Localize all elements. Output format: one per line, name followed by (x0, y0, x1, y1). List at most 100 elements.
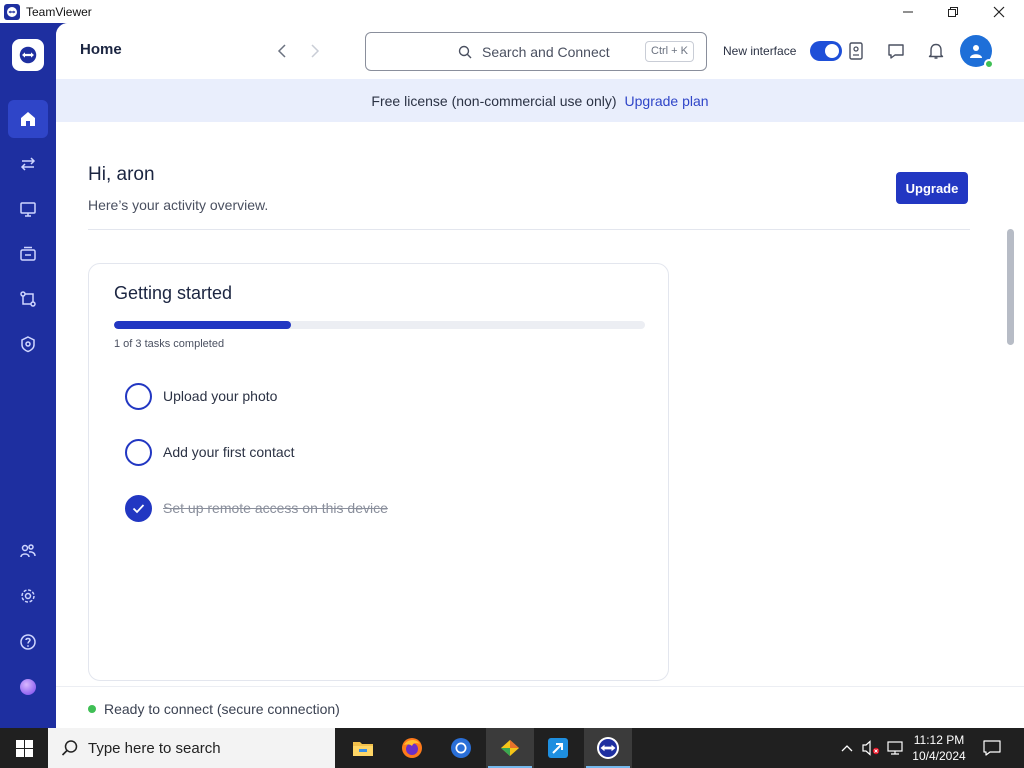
tray-overflow-button[interactable] (838, 728, 856, 768)
taskbar-search-placeholder: Type here to search (88, 740, 221, 757)
greeting-subtitle: Here’s your activity overview. (88, 197, 269, 213)
network-icon (887, 741, 903, 755)
arrows-swap-icon (20, 157, 36, 171)
new-interface-label: New interface (723, 44, 797, 58)
forward-button[interactable] (305, 41, 325, 61)
rail-item-integrations[interactable] (8, 280, 48, 318)
people-icon (20, 544, 36, 558)
teamviewer-logo (12, 39, 44, 71)
license-banner: Free license (non-commercial use only) U… (56, 79, 1024, 122)
teamviewer-icon (597, 737, 619, 759)
back-button[interactable] (272, 41, 292, 61)
getting-started-card: Getting started 1 of 3 tasks completed U… (88, 263, 669, 681)
upgrade-button[interactable]: Upgrade (896, 172, 968, 204)
clock-time: 11:12 PM (913, 733, 965, 747)
windows-logo-icon (15, 739, 33, 757)
home-icon (21, 112, 35, 126)
status-text: Ready to connect (secure connection) (104, 701, 340, 717)
id-card-icon (849, 42, 863, 60)
rail-item-contacts[interactable] (8, 532, 48, 570)
rail-item-home[interactable] (8, 100, 48, 138)
chevron-up-icon (841, 745, 853, 752)
taskbar-app-file-explorer[interactable] (339, 728, 387, 768)
browser-icon (451, 738, 471, 758)
progress-text: 1 of 3 tasks completed (114, 338, 225, 350)
notifications-button[interactable] (926, 41, 946, 61)
firefox-icon (402, 738, 422, 758)
main-panel: Home Search and Connect Ctrl + K New int… (56, 23, 1024, 728)
clock-date: 10/4/2024 (912, 749, 966, 763)
teamviewer-logo-icon (4, 3, 20, 20)
nodes-icon (20, 291, 36, 307)
search-icon (61, 740, 78, 756)
chat-button[interactable] (886, 41, 906, 61)
folder-icon (353, 742, 373, 756)
rail-item-devices[interactable] (8, 235, 48, 273)
ai-orb-icon (20, 679, 36, 695)
gear-icon (21, 589, 35, 603)
window-title: TeamViewer (26, 4, 92, 19)
task-item[interactable]: Add your first contact (125, 438, 625, 466)
taskbar-app-shortcut[interactable] (534, 728, 582, 768)
teamviewer-logo-icon (19, 46, 37, 64)
shield-icon (21, 336, 35, 353)
action-center-button[interactable] (980, 728, 1004, 768)
rail-item-security[interactable] (8, 325, 48, 363)
taskbar-clock[interactable]: 11:12 PM 10/4/2024 (906, 732, 972, 764)
top-bar: Home Search and Connect Ctrl + K New int… (56, 23, 1024, 79)
checkmark-icon[interactable] (125, 494, 152, 522)
taskbar-search[interactable]: Type here to search (48, 728, 335, 768)
greeting-title: Hi, aron (88, 164, 155, 185)
taskbar-app-image-viewer[interactable] (486, 728, 534, 768)
task-unchecked-icon[interactable] (125, 438, 152, 466)
task-label: Add your first contact (163, 444, 295, 460)
upgrade-plan-link[interactable]: Upgrade plan (625, 93, 709, 109)
rail-item-settings[interactable] (8, 577, 48, 615)
search-placeholder: Search and Connect (482, 44, 610, 60)
taskbar-app-teamviewer[interactable] (584, 728, 632, 768)
chevron-left-icon (277, 44, 286, 58)
task-item[interactable]: Upload your photo (125, 382, 625, 410)
task-item[interactable]: Set up remote access on this device (125, 494, 625, 522)
online-status-dot (984, 59, 994, 69)
chevron-right-icon (311, 44, 320, 58)
restore-icon (948, 6, 958, 17)
tray-network[interactable] (884, 728, 906, 768)
rail-item-assistant[interactable] (8, 668, 48, 706)
nav-rail (0, 23, 56, 728)
new-interface-toggle[interactable] (810, 41, 842, 61)
scrollbar[interactable] (1007, 229, 1014, 345)
status-bar: Ready to connect (secure connection) (56, 686, 1024, 728)
task-label: Upload your photo (163, 388, 278, 404)
restore-button[interactable] (930, 0, 976, 23)
window-titlebar: TeamViewer (0, 0, 1024, 23)
taskbar-app-firefox[interactable] (388, 728, 436, 768)
minimize-button[interactable] (885, 0, 931, 23)
search-icon (458, 45, 472, 59)
home-content: Hi, aron Here’s your activity overview. … (56, 122, 1024, 686)
tray-volume[interactable] (860, 728, 882, 768)
taskbar-app-chromium[interactable] (437, 728, 485, 768)
device-group-icon (20, 246, 36, 261)
status-dot (88, 705, 96, 713)
minimize-icon (903, 11, 913, 12)
help-icon (20, 634, 36, 650)
close-button[interactable] (976, 0, 1022, 23)
device-info-button[interactable] (846, 41, 866, 61)
task-unchecked-icon[interactable] (125, 382, 152, 410)
progress-fill (114, 321, 291, 329)
search-input[interactable]: Search and Connect Ctrl + K (365, 32, 707, 71)
rail-item-remote-connect[interactable] (8, 145, 48, 183)
media-app-icon (501, 740, 519, 756)
card-title: Getting started (114, 283, 233, 303)
avatar[interactable] (960, 35, 994, 69)
start-button[interactable] (0, 728, 48, 768)
task-label: Set up remote access on this device (163, 500, 388, 516)
notification-icon (983, 740, 1001, 756)
user-icon (970, 45, 982, 58)
rail-item-remote-support[interactable] (8, 190, 48, 228)
rail-item-help[interactable] (8, 623, 48, 661)
arrow-app-icon (548, 738, 568, 758)
search-shortcut-hint: Ctrl + K (645, 41, 694, 62)
progress-bar (114, 321, 645, 329)
